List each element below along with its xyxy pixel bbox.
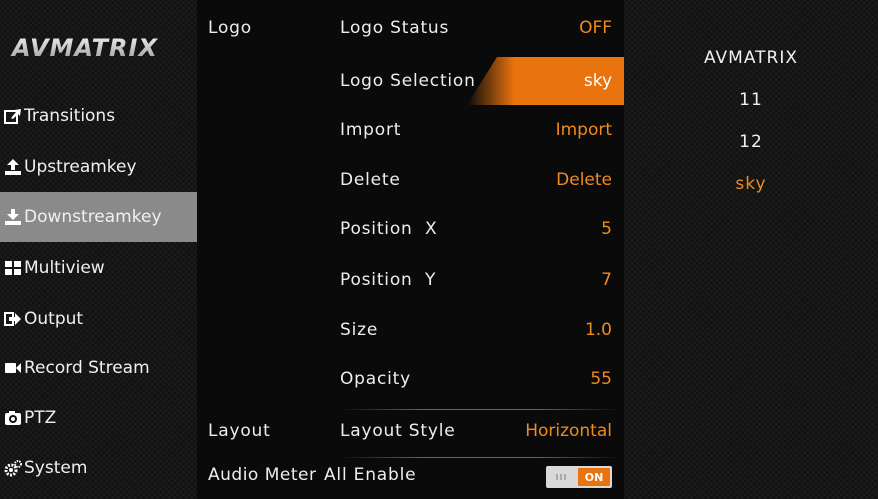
logo-selection-value: sky (583, 71, 612, 91)
logo-list-panel: AVMATRIX 11 12 sky (624, 0, 878, 499)
delete-button[interactable]: Delete (556, 170, 612, 190)
upload-icon (5, 159, 21, 175)
logo-selection-row[interactable]: Logo Selection sky (197, 57, 624, 105)
sidebar-item-output[interactable]: Output (0, 294, 197, 344)
param-label: Opacity (340, 369, 411, 389)
grid-icon (5, 261, 21, 275)
param-label: Delete (340, 170, 401, 190)
import-row[interactable]: Import Import (197, 106, 624, 154)
param-label: Import (340, 120, 402, 140)
size-value: 1.0 (584, 320, 612, 340)
sidebar-item-downstreamkey[interactable]: Downstreamkey (0, 192, 197, 242)
sidebar-item-label: Record Stream (24, 358, 150, 378)
param-label: Position X (340, 219, 438, 239)
sidebar-item-transitions[interactable]: Transitions (0, 91, 197, 141)
sidebar-item-label: Upstreamkey (24, 157, 137, 177)
param-label: Logo Status (340, 18, 450, 38)
param-label: All Enable (324, 465, 417, 485)
sidebar-item-label: Downstreamkey (24, 207, 162, 227)
position-y-value: 7 (601, 270, 612, 290)
size-row[interactable]: Size 1.0 (197, 306, 624, 354)
position-y-row[interactable]: Position Y 7 (197, 256, 624, 304)
sidebar-item-label: System (24, 458, 88, 478)
opacity-value: 55 (590, 369, 612, 389)
audio-meter-section-label: Audio Meter (208, 465, 317, 485)
all-enable-toggle[interactable]: ON (546, 466, 612, 488)
sidebar-item-system[interactable]: System (0, 443, 197, 493)
opacity-row[interactable]: Opacity 55 (197, 355, 624, 403)
position-x-value: 5 (601, 219, 612, 239)
camera-icon (5, 411, 21, 425)
settings-panel: Logo Logo Status OFF Logo Selection sky … (197, 0, 624, 499)
sidebar-item-record-stream[interactable]: Record Stream (0, 343, 197, 393)
toggle-on-label: ON (578, 468, 610, 486)
sidebar: AVMATRIX Transitions Upstreamkey Downstr… (0, 0, 197, 499)
toggle-knob (546, 466, 576, 488)
logo-status-row[interactable]: Logo Logo Status OFF (197, 0, 624, 48)
sidebar-item-label: Multiview (24, 258, 105, 278)
sidebar-item-label: Transitions (24, 106, 116, 126)
layout-style-row[interactable]: Layout Layout Style Horizontal (197, 407, 624, 455)
share-icon (4, 109, 21, 124)
sidebar-item-label: Output (24, 309, 84, 329)
param-label: Layout Style (340, 421, 456, 441)
layout-style-value: Horizontal (525, 421, 612, 441)
logo-list-item[interactable]: 11 (624, 90, 878, 110)
output-arrow-icon (4, 312, 21, 326)
layout-section-label: Layout (208, 421, 271, 441)
logo-section-label: Logo (208, 18, 252, 38)
sidebar-item-ptz[interactable]: PTZ (0, 393, 197, 443)
sidebar-item-label: PTZ (24, 408, 57, 428)
param-label: Logo Selection (340, 71, 476, 91)
all-enable-row[interactable]: Audio Meter All Enable ON (197, 451, 624, 499)
import-button[interactable]: Import (556, 120, 612, 140)
delete-row[interactable]: Delete Delete (197, 156, 624, 204)
logo-status-value: OFF (579, 18, 612, 38)
gears-icon (4, 460, 22, 477)
sidebar-item-upstreamkey[interactable]: Upstreamkey (0, 142, 197, 192)
logo-list-item[interactable]: AVMATRIX (624, 48, 878, 68)
avmatrix-logo: AVMATRIX (10, 34, 158, 62)
position-x-row[interactable]: Position X 5 (197, 205, 624, 253)
video-camera-icon (5, 363, 21, 373)
download-icon (5, 209, 21, 225)
sidebar-item-multiview[interactable]: Multiview (0, 243, 197, 293)
param-label: Size (340, 320, 379, 340)
param-label: Position Y (340, 270, 437, 290)
logo-list-item[interactable]: 12 (624, 132, 878, 152)
logo-list-item-current[interactable]: sky (624, 174, 878, 194)
svg-text:AVMATRIX: AVMATRIX (10, 34, 158, 62)
